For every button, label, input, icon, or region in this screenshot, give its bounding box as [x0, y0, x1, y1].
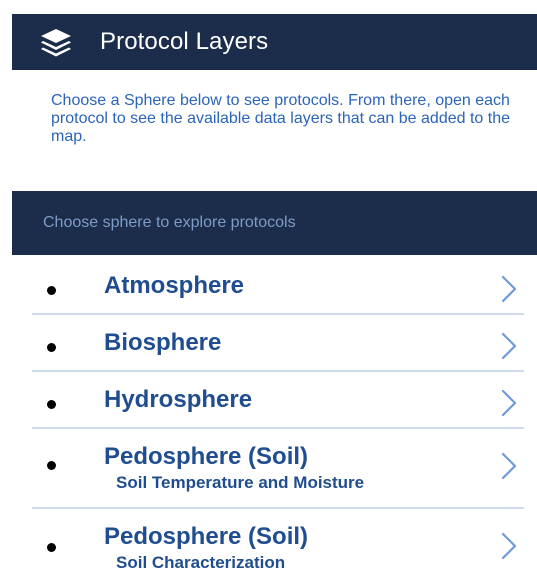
- section-label: Choose sphere to explore protocols: [43, 214, 296, 231]
- chevron-right-icon[interactable]: [500, 531, 518, 561]
- app-header: Protocol Layers: [12, 14, 537, 70]
- intro-text: Choose a Sphere below to see protocols. …: [51, 92, 510, 145]
- sphere-name: Pedosphere (Soil): [104, 443, 309, 470]
- sphere-name: Biosphere: [104, 329, 222, 356]
- sphere-name: Atmosphere: [104, 272, 245, 299]
- sphere-list: Atmosphere Biosphere Hydrosphere Pedosph…: [32, 258, 524, 581]
- bullet-icon: [47, 543, 56, 552]
- sphere-subtitle: Soil Temperature and Moisture: [116, 473, 365, 492]
- layers-icon[interactable]: [38, 24, 74, 60]
- bullet-icon: [47, 400, 56, 409]
- chevron-right-icon[interactable]: [500, 388, 518, 418]
- chevron-right-icon[interactable]: [500, 331, 518, 361]
- sphere-name: Hydrosphere: [104, 386, 253, 413]
- bullet-icon: [47, 461, 56, 470]
- sphere-item-pedosphere-moisture[interactable]: Pedosphere (Soil) Soil Temperature and M…: [32, 429, 524, 509]
- sphere-item-hydrosphere[interactable]: Hydrosphere: [32, 372, 524, 429]
- bullet-icon: [47, 286, 56, 295]
- bullet-icon: [47, 343, 56, 352]
- sphere-item-atmosphere[interactable]: Atmosphere: [32, 258, 524, 315]
- sphere-item-biosphere[interactable]: Biosphere: [32, 315, 524, 372]
- sphere-name: Pedosphere (Soil): [104, 523, 309, 550]
- sphere-subtitle: Soil Characterization: [116, 553, 286, 572]
- sphere-item-pedosphere-characterization[interactable]: Pedosphere (Soil) Soil Characterization: [32, 509, 524, 581]
- chevron-right-icon[interactable]: [500, 451, 518, 481]
- page-title: Protocol Layers: [100, 28, 269, 55]
- section-header: Choose sphere to explore protocols: [12, 191, 537, 255]
- chevron-right-icon[interactable]: [500, 274, 518, 304]
